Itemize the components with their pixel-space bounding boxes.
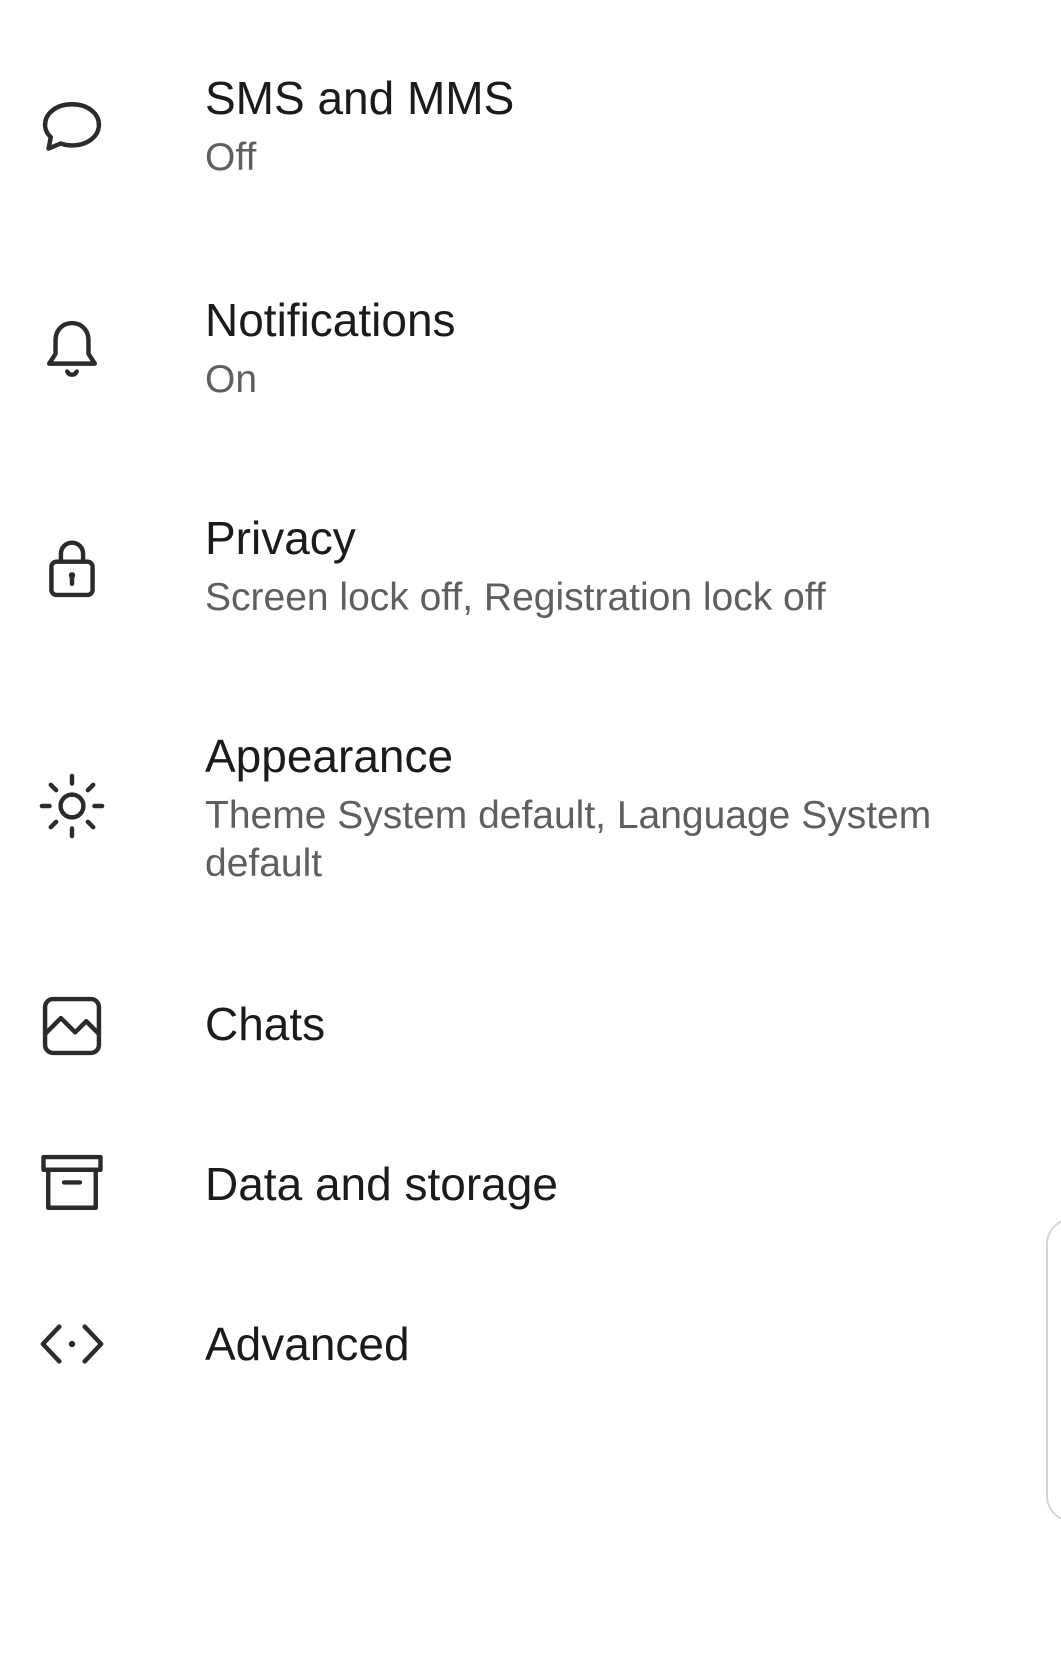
settings-item-advanced[interactable]: Advanced [0, 1286, 1061, 1406]
settings-item-title: Chats [205, 998, 326, 1050]
settings-item-title: Appearance [205, 730, 454, 782]
lock-icon [34, 530, 110, 606]
settings-item-notifications[interactable]: Notifications On [0, 278, 1061, 428]
settings-item-sms-and-mms[interactable]: SMS and MMS Off [0, 60, 1061, 210]
settings-item-chats[interactable]: Chats [0, 966, 1061, 1086]
settings-item-title: Advanced [205, 1318, 410, 1370]
archive-box-icon [34, 1146, 110, 1222]
sun-icon [34, 768, 110, 844]
settings-item-subtitle: Screen lock off, Registration lock off [205, 576, 826, 619]
settings-item-subtitle: Theme System default, Language System de… [205, 794, 932, 885]
bell-icon [34, 312, 110, 388]
settings-item-appearance[interactable]: Appearance Theme System default, Languag… [0, 714, 1061, 894]
code-icon [34, 1306, 110, 1382]
settings-item-subtitle: On [205, 358, 258, 401]
settings-item-title: SMS and MMS [205, 72, 515, 124]
image-icon [34, 988, 110, 1064]
settings-item-title: Notifications [205, 294, 456, 346]
settings-item-title: Data and storage [205, 1158, 558, 1210]
chat-bubble-icon [34, 90, 110, 166]
settings-item-title: Privacy [205, 512, 356, 564]
edge-panel-handle[interactable] [1046, 1218, 1061, 1522]
settings-item-privacy[interactable]: Privacy Screen lock off, Registration lo… [0, 496, 1061, 646]
settings-item-subtitle: Off [205, 136, 257, 179]
settings-item-data-and-storage[interactable]: Data and storage [0, 1126, 1061, 1246]
